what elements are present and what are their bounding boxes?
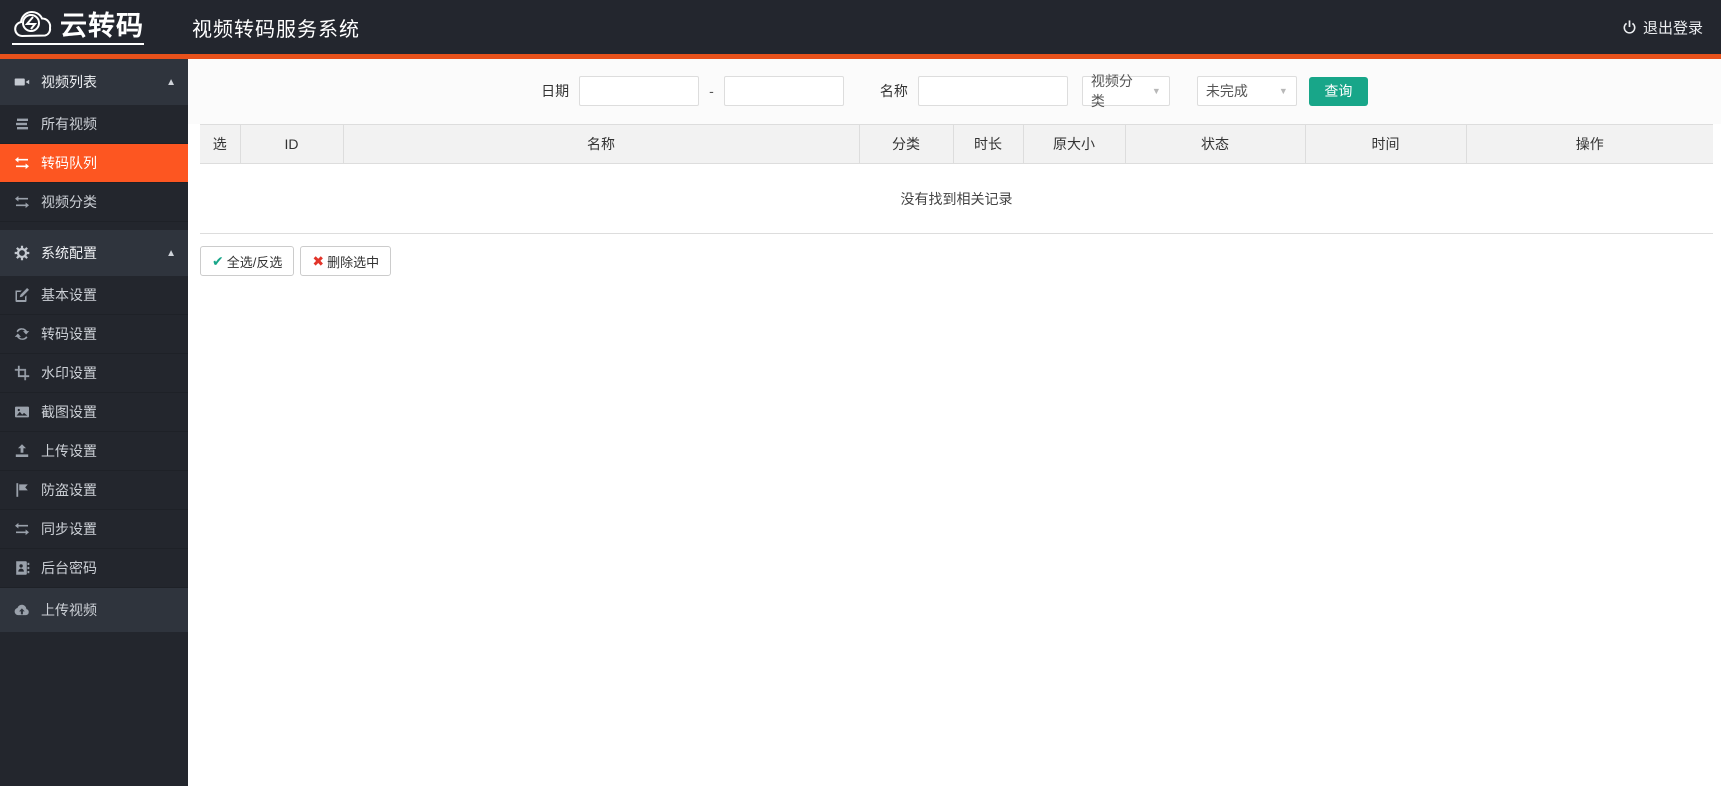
chevron-down-icon: ▼ <box>1151 86 1161 96</box>
col-header-select: 选 <box>200 124 240 164</box>
crop-icon <box>14 365 30 381</box>
check-icon: ✔ <box>212 252 224 269</box>
col-header-status: 状态 <box>1124 124 1305 164</box>
sidebar-section-system-config[interactable]: 系统配置 ▲ <box>0 230 188 276</box>
id-card-icon <box>14 560 30 576</box>
sidebar-item-basic-settings[interactable]: 基本设置 <box>0 276 188 315</box>
chevron-up-icon: ▲ <box>166 76 176 88</box>
sidebar-item-label: 所有视频 <box>41 116 97 132</box>
edit-icon <box>14 287 30 303</box>
name-input[interactable] <box>917 76 1068 106</box>
sidebar-item-antitheft-settings[interactable]: 防盗设置 <box>0 471 188 510</box>
gear-icon <box>14 245 30 261</box>
select-all-label: 全选/反选 <box>226 254 283 270</box>
logout-button[interactable]: 退出登录 <box>1622 17 1703 38</box>
name-label: 名称 <box>879 83 908 99</box>
cloud-logo-icon <box>12 10 56 40</box>
exchange-icon <box>14 155 30 171</box>
logo-text: 云转码 <box>60 10 144 41</box>
refresh-icon <box>14 326 30 342</box>
empty-row: 没有找到相关记录 <box>200 163 1713 234</box>
sidebar-item-label: 水印设置 <box>41 365 97 381</box>
video-camera-icon <box>14 74 30 90</box>
chevron-down-icon: ▼ <box>1278 86 1288 96</box>
sidebar-item-label: 转码设置 <box>41 326 97 342</box>
sidebar-section-video-list[interactable]: 视频列表 ▲ <box>0 59 188 105</box>
sidebar-item-screenshot-settings[interactable]: 截图设置 <box>0 393 188 432</box>
date-range-separator: - <box>709 83 714 99</box>
table-header-row: 选 ID 名称 分类 时长 原大小 状态 时间 操作 <box>200 124 1713 164</box>
category-select-value: 视频分类 <box>1090 73 1133 109</box>
logout-label: 退出登录 <box>1642 19 1703 37</box>
sidebar: 视频列表 ▲ 所有视频 转码队列 视频分类 系统配置 ▲ 基本设置 转码设置 水… <box>0 59 188 786</box>
cross-icon: ✖ <box>312 252 325 269</box>
sidebar-item-video-categories[interactable]: 视频分类 <box>0 183 188 222</box>
main-content: 日期 - 名称 视频分类 ▼ 未完成 ▼ 查询 选 ID 名称 分类 时长 原大… <box>188 59 1721 786</box>
date-from-input[interactable] <box>579 76 700 106</box>
col-header-time: 时间 <box>1304 124 1466 164</box>
sidebar-item-label: 视频分类 <box>41 194 97 210</box>
sidebar-item-label: 截图设置 <box>41 404 97 420</box>
exchange-icon <box>14 521 30 537</box>
category-select[interactable]: 视频分类 ▼ <box>1081 73 1170 109</box>
col-header-size: 原大小 <box>1022 124 1125 164</box>
logo: 云转码 <box>0 10 188 45</box>
col-header-actions: 操作 <box>1465 124 1713 164</box>
bulk-actions: ✔ 全选/反选 ✖ 删除选中 <box>200 246 1713 276</box>
sidebar-item-admin-password[interactable]: 后台密码 <box>0 549 188 588</box>
sidebar-item-label: 上传视频 <box>41 602 97 618</box>
sidebar-item-upload-video[interactable]: 上传视频 <box>0 588 188 632</box>
sidebar-item-label: 防盗设置 <box>41 482 97 498</box>
status-select[interactable]: 未完成 ▼ <box>1196 76 1297 106</box>
sidebar-item-label: 转码队列 <box>41 155 97 171</box>
sidebar-item-sync-settings[interactable]: 同步设置 <box>0 510 188 549</box>
flag-icon <box>14 482 30 498</box>
col-header-duration: 时长 <box>952 124 1023 164</box>
status-select-value: 未完成 <box>1205 83 1248 99</box>
col-header-category: 分类 <box>858 124 953 164</box>
search-button[interactable]: 查询 <box>1308 76 1368 106</box>
upload-icon <box>14 443 30 459</box>
date-to-input[interactable] <box>723 76 844 106</box>
exchange-icon <box>14 194 30 210</box>
sidebar-item-label: 上传设置 <box>41 443 97 459</box>
table-area: 选 ID 名称 分类 时长 原大小 状态 时间 操作 没有找到相关记录 ✔ 全选… <box>200 124 1713 276</box>
select-all-button[interactable]: ✔ 全选/反选 <box>200 246 295 276</box>
sidebar-item-all-videos[interactable]: 所有视频 <box>0 105 188 144</box>
sidebar-item-upload-settings[interactable]: 上传设置 <box>0 432 188 471</box>
sidebar-item-transcode-settings[interactable]: 转码设置 <box>0 315 188 354</box>
date-label: 日期 <box>541 83 570 99</box>
list-icon <box>14 116 30 132</box>
image-icon <box>14 404 30 420</box>
page-title: 视频转码服务系统 <box>192 18 360 41</box>
col-header-name: 名称 <box>342 124 859 164</box>
sidebar-section-label: 视频列表 <box>41 74 97 90</box>
col-header-id: ID <box>239 124 343 164</box>
sidebar-divider <box>0 222 188 230</box>
sidebar-item-transcode-queue[interactable]: 转码队列 <box>0 144 188 183</box>
delete-selected-button[interactable]: ✖ 删除选中 <box>300 246 392 276</box>
chevron-up-icon: ▲ <box>166 247 176 259</box>
app-header: 云转码 视频转码服务系统 退出登录 <box>0 0 1721 59</box>
sidebar-item-label: 后台密码 <box>41 560 97 576</box>
sidebar-section-label: 系统配置 <box>41 245 97 261</box>
empty-message: 没有找到相关记录 <box>200 163 1713 234</box>
delete-selected-label: 删除选中 <box>327 254 380 270</box>
sidebar-item-label: 基本设置 <box>41 287 97 303</box>
videos-table: 选 ID 名称 分类 时长 原大小 状态 时间 操作 没有找到相关记录 <box>200 124 1713 234</box>
filter-bar: 日期 - 名称 视频分类 ▼ 未完成 ▼ 查询 <box>188 59 1721 124</box>
cloud-upload-icon <box>14 602 30 618</box>
sidebar-item-label: 同步设置 <box>41 521 97 537</box>
power-icon <box>1622 19 1637 35</box>
sidebar-item-watermark-settings[interactable]: 水印设置 <box>0 354 188 393</box>
